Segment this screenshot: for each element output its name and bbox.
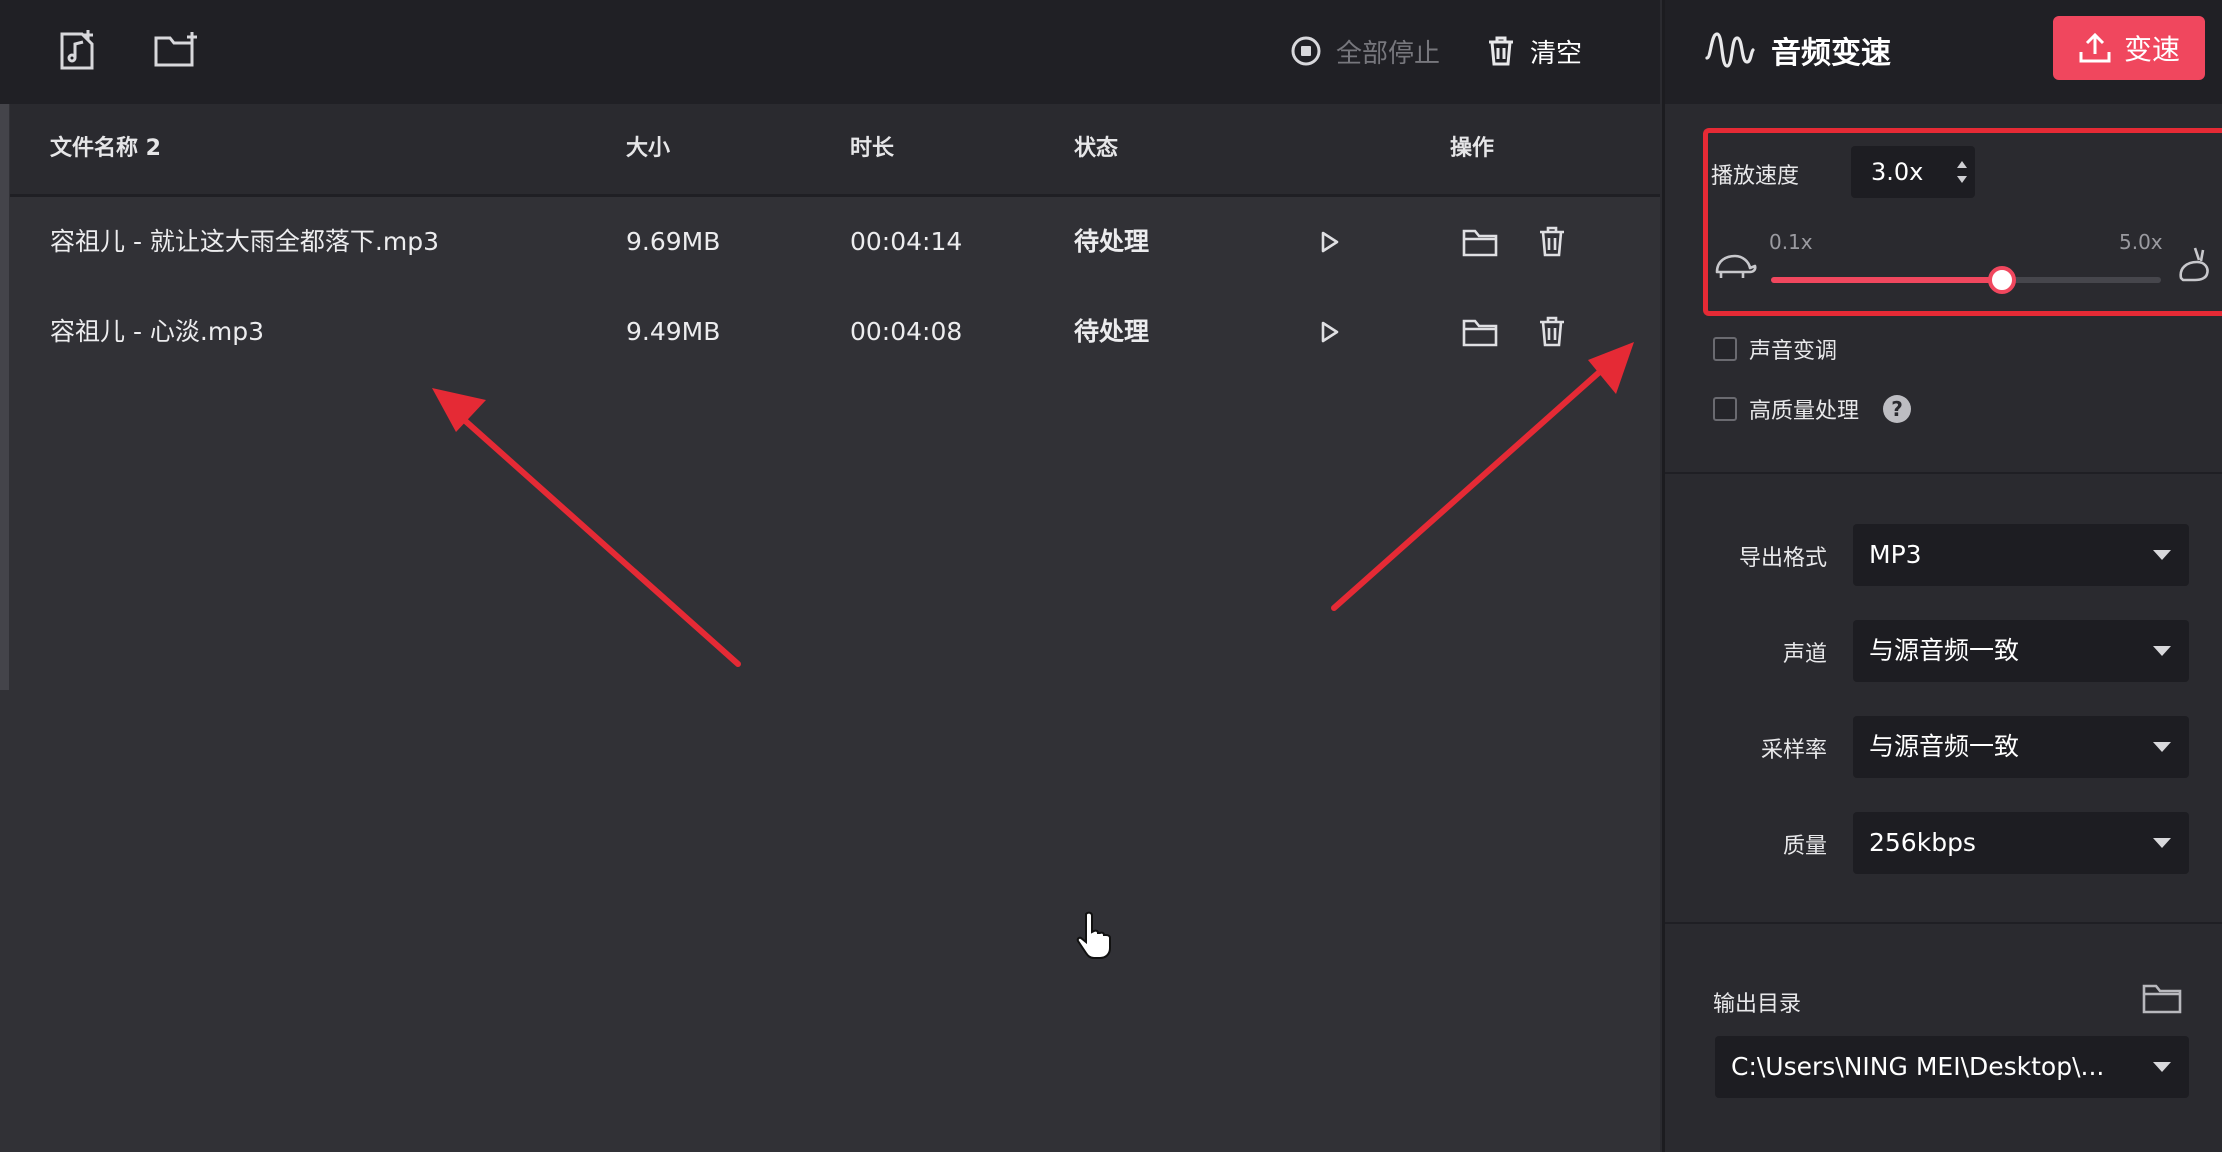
sample-rate-select[interactable]: 与源音频一致	[1853, 716, 2189, 778]
speed-min-label: 0.1x	[1769, 230, 1813, 254]
speed-spinbox[interactable]: 3.0x	[1851, 146, 1975, 198]
column-header-name[interactable]: 文件名称 2	[50, 104, 161, 194]
delete-icon[interactable]	[1530, 310, 1574, 354]
file-size: 9.49MB	[626, 317, 721, 346]
speed-slider[interactable]	[1771, 266, 2161, 294]
pitch-checkbox-row[interactable]: 声音变调	[1713, 334, 1837, 364]
output-dir-label: 输出目录	[1713, 992, 1802, 1017]
folder-add-icon[interactable]	[150, 24, 202, 76]
pitch-checkbox[interactable]	[1713, 337, 1737, 361]
open-folder-icon[interactable]	[1458, 310, 1502, 354]
file-status: 待处理	[1074, 227, 1150, 256]
table-row[interactable]: 容祖儿 - 心淡.mp3 9.49MB 00:04:08 待处理	[10, 287, 1660, 377]
table-row[interactable]: 容祖儿 - 就让这大雨全都落下.mp3 9.69MB 00:04:14 待处理	[10, 197, 1660, 287]
hq-checkbox-row[interactable]: 高质量处理 ?	[1713, 394, 1912, 424]
quality-label: 质量	[1782, 834, 1827, 859]
folder-icon[interactable]	[2141, 980, 2183, 1016]
stop-all-label: 全部停止	[1336, 38, 1441, 69]
file-name: 容祖儿 - 心淡.mp3	[50, 317, 264, 346]
sample-rate-label: 采样率	[1760, 738, 1827, 763]
channel-select[interactable]: 与源音频一致	[1853, 620, 2189, 682]
column-header-duration[interactable]: 时长	[850, 104, 894, 194]
channel-label: 声道	[1782, 642, 1827, 667]
table-header: 文件名称 2 大小 时长 状态 操作	[10, 104, 1660, 197]
left-scroll-edge	[0, 60, 9, 690]
rabbit-icon	[2179, 247, 2209, 282]
export-icon	[2079, 32, 2111, 63]
delete-icon[interactable]	[1530, 220, 1574, 264]
file-size: 9.69MB	[626, 227, 721, 256]
play-icon[interactable]	[1308, 310, 1352, 354]
chevron-down-icon	[2153, 1062, 2171, 1072]
output-dir-select[interactable]: C:\Users\NING MEI\Desktop\...	[1715, 1036, 2189, 1098]
waveform-icon	[1705, 32, 1755, 68]
file-status: 待处理	[1074, 317, 1150, 346]
speed-max-label: 5.0x	[2119, 230, 2163, 254]
top-toolbar: 全部停止 清空	[0, 0, 1660, 104]
annotation-arrow-left	[432, 388, 741, 667]
hq-checkbox[interactable]	[1713, 397, 1737, 421]
section-divider	[1665, 472, 2222, 474]
format-label: 导出格式	[1738, 546, 1827, 571]
stop-circle-icon	[1291, 36, 1321, 66]
help-icon[interactable]: ?	[1883, 395, 1912, 423]
clear-label: 清空	[1530, 38, 1583, 69]
column-header-actions: 操作	[1450, 136, 1495, 161]
output-dir-value: C:\Users\NING MEI\Desktop\...	[1731, 1052, 2105, 1081]
sample-rate-value: 与源音频一致	[1869, 732, 2020, 761]
column-header-status: 状态	[1074, 136, 1119, 161]
format-select[interactable]: MP3	[1853, 524, 2189, 586]
change-speed-label: 变速	[2123, 33, 2180, 66]
speed-value: 3.0x	[1871, 158, 1924, 186]
channel-value: 与源音频一致	[1869, 636, 2020, 665]
chevron-down-icon	[2153, 742, 2171, 752]
settings-panel: 音频变速 变速 播放速度 3.0x 0.1x 5.0x 声音变调 高质量处理 ?	[1662, 0, 2222, 1152]
panel-header: 音频变速 变速	[1665, 0, 2222, 104]
file-duration: 00:04:14	[850, 227, 963, 256]
speed-slider-thumb[interactable]	[1987, 266, 2016, 294]
quality-value: 256kbps	[1869, 828, 1976, 857]
music-file-add-icon[interactable]	[52, 24, 104, 76]
pitch-checkbox-label: 声音变调	[1749, 339, 1838, 364]
hand-cursor-icon	[1076, 911, 1111, 959]
annotation-arrow-right	[1331, 342, 1634, 611]
hq-checkbox-label: 高质量处理	[1749, 399, 1860, 424]
chevron-down-icon	[2153, 838, 2171, 848]
open-folder-icon[interactable]	[1458, 220, 1502, 264]
file-duration: 00:04:08	[850, 317, 963, 346]
file-list-area: 全部停止 清空 文件名称 2 大小 时长 状态 操作 容祖儿 - 就让这大雨全都…	[0, 0, 1660, 1152]
file-name: 容祖儿 - 就让这大雨全都落下.mp3	[50, 227, 439, 256]
panel-title: 音频变速	[1771, 36, 1891, 71]
clear-button[interactable]: 清空	[1486, 30, 1582, 72]
format-value: MP3	[1869, 540, 1922, 569]
chevron-down-icon	[2153, 646, 2171, 656]
change-speed-button[interactable]: 变速	[2053, 16, 2205, 80]
turtle-icon	[1715, 254, 1757, 278]
trash-icon	[1489, 36, 1513, 66]
section-divider	[1665, 922, 2222, 924]
stop-all-button[interactable]: 全部停止	[1290, 30, 1440, 72]
speed-label: 播放速度	[1711, 164, 1800, 189]
chevron-down-icon	[2153, 550, 2171, 560]
spin-arrows-icon[interactable]	[1955, 156, 1969, 188]
quality-select[interactable]: 256kbps	[1853, 812, 2189, 874]
column-header-size[interactable]: 大小	[626, 104, 670, 194]
speed-slider-fill	[1771, 277, 2002, 283]
play-icon[interactable]	[1308, 220, 1352, 264]
